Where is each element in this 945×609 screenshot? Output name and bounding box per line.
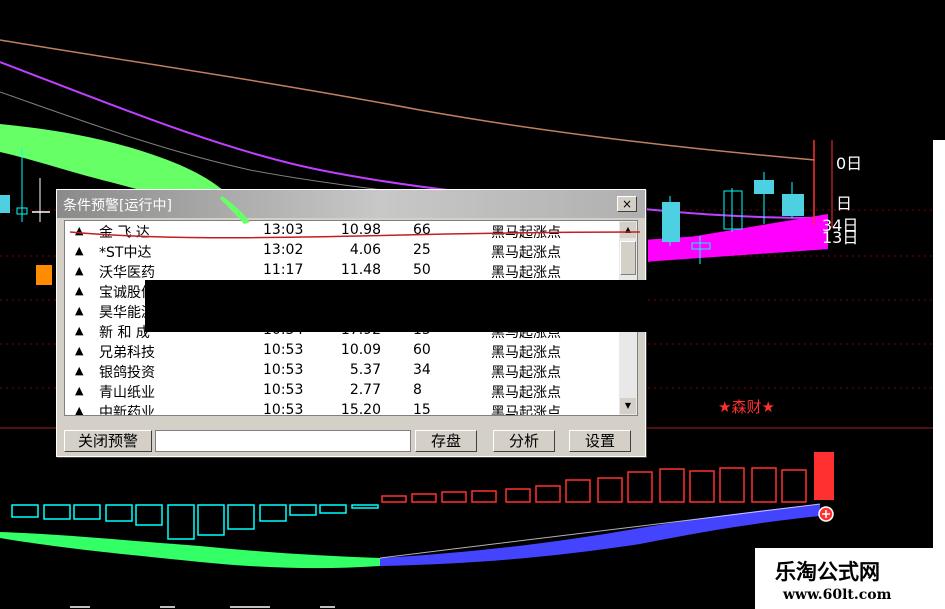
- list-item[interactable]: ▲ 银鸽投资 10:53 5.37 34 黑马起涨点: [65, 361, 621, 381]
- window-titlebar[interactable]: 条件预警[运行中] ×: [57, 190, 645, 218]
- close-alert-button[interactable]: 关闭预警: [64, 430, 152, 452]
- up-arrow-icon: ▲: [75, 284, 84, 297]
- up-arrow-icon: ▲: [75, 404, 84, 416]
- settings-button[interactable]: 设置: [569, 430, 631, 452]
- star-label: ★森财★: [718, 398, 775, 416]
- label-0-day: 0日: [836, 154, 863, 173]
- up-arrow-icon: ▲: [75, 324, 84, 337]
- up-arrow-icon: ▲: [75, 224, 84, 237]
- list-item[interactable]: ▲ 沃华医药 11:17 11.48 50 黑马起涨点: [65, 261, 621, 281]
- watermark-url: www.60lt.com: [783, 587, 892, 603]
- scroll-down-arrow-icon[interactable]: ▼: [620, 398, 636, 414]
- save-button[interactable]: 存盘: [415, 430, 477, 452]
- list-item[interactable]: ▲ 青山纸业 10:53 2.77 8 黑马起涨点: [65, 381, 621, 401]
- scroll-up-arrow-icon[interactable]: ▲: [620, 222, 636, 238]
- up-arrow-icon: ▲: [75, 264, 84, 277]
- analyze-button[interactable]: 分析: [493, 430, 555, 452]
- up-arrow-icon: ▲: [75, 384, 84, 397]
- scroll-thumb[interactable]: [620, 241, 636, 275]
- occlusion-area: [145, 280, 647, 332]
- label-day: 日: [836, 194, 853, 213]
- label-13-day: 13日: [822, 228, 859, 247]
- status-field: [155, 430, 411, 452]
- up-arrow-icon: ▲: [75, 304, 84, 317]
- blue-wave: [380, 504, 820, 566]
- list-item[interactable]: ▲ 兄弟科技 10:53 10.09 60 黑马起涨点: [65, 341, 621, 361]
- watermark: 乐淘公式网 www.60lt.com: [755, 548, 945, 609]
- watermark-name: 乐淘公式网: [775, 560, 880, 584]
- up-arrow-icon: ▲: [75, 364, 84, 377]
- up-arrow-icon: ▲: [75, 344, 84, 357]
- list-item[interactable]: ▲ *ST中达 13:02 4.06 25 黑马起涨点: [65, 241, 621, 261]
- window-title: 条件预警[运行中]: [63, 198, 172, 214]
- green-wave: [0, 532, 380, 569]
- list-item[interactable]: ▲ 金 飞 达 13:03 10.98 66 黑马起涨点: [65, 221, 621, 241]
- up-arrow-icon: ▲: [75, 244, 84, 257]
- alert-window: 条件预警[运行中] × ▲ 金 飞 达 13:03 10.98 66 黑马起涨点…: [56, 189, 647, 457]
- list-item[interactable]: ▲ 中新药业 10:53 15.20 15 黑马起涨点: [65, 401, 621, 416]
- close-button[interactable]: ×: [617, 196, 637, 212]
